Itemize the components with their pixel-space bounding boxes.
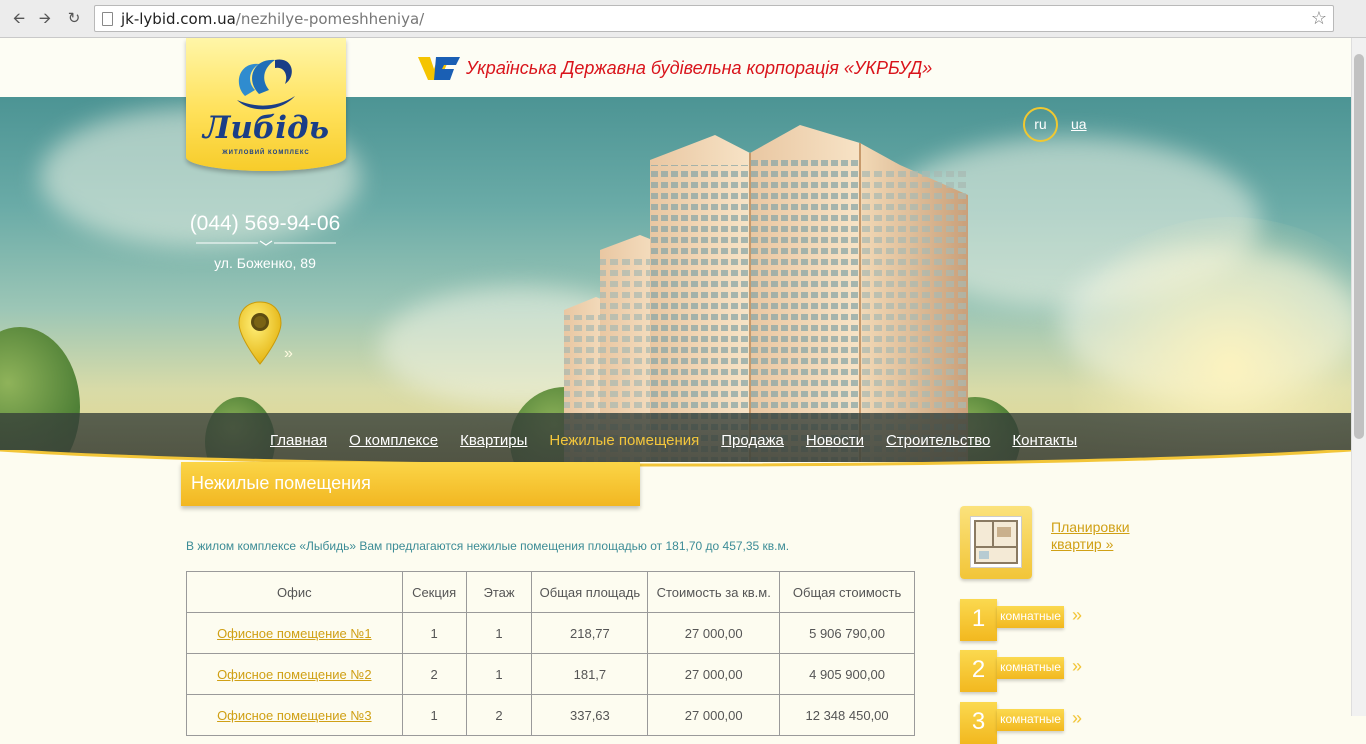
office-cell: Офисное помещение №2 <box>186 653 403 695</box>
room-label: комнатные <box>997 709 1064 731</box>
floor-cell: 1 <box>465 653 533 695</box>
column-header: Этаж <box>465 571 533 613</box>
office-link[interactable]: Офисное помещение №1 <box>217 626 372 641</box>
ukrbud-logo-icon <box>418 57 460 80</box>
table-row: Офисное помещение №3 1 2 337,63 27 000,0… <box>186 694 915 736</box>
total-price-cell: 12 348 450,00 <box>779 694 915 736</box>
floor-plan-thumbnail[interactable] <box>960 506 1032 579</box>
menu-item-apartments[interactable]: Квартиры <box>460 432 527 449</box>
office-cell: Офисное помещение №1 <box>186 612 403 654</box>
logo-subtitle: ЖИТЛОВИЙ КОМПЛЕКС <box>222 150 310 156</box>
phone-number[interactable]: (044) 569-94-06 <box>186 212 344 236</box>
page-title: Нежилые помещения <box>191 473 371 493</box>
forward-icon[interactable]: 🡪 <box>34 8 56 30</box>
column-header: Секция <box>401 571 467 613</box>
floor-cell: 1 <box>465 612 533 654</box>
language-ru[interactable]: ru <box>1023 107 1058 142</box>
menu-item-commercial[interactable]: Нежилые помещения <box>549 432 699 449</box>
section-cell: 1 <box>401 612 467 654</box>
floor-plan-icon <box>970 516 1022 568</box>
total-price-cell: 4 905 900,00 <box>779 653 915 695</box>
room-label: комнатные <box>997 606 1064 628</box>
room-count: 3 <box>960 702 997 744</box>
floor-plans-link-line2: квартир » <box>1051 536 1114 552</box>
price-per-sqm-cell: 27 000,00 <box>647 612 781 654</box>
url-text[interactable]: jk-lybid.com.ua/nezhilye-pomeshheniya/ <box>121 10 424 28</box>
logo-brand-text: Либідь <box>202 110 330 146</box>
area-cell: 218,77 <box>531 612 649 654</box>
room-count: 2 <box>960 650 997 692</box>
floor-cell: 2 <box>465 694 533 736</box>
menu-item-news[interactable]: Новости <box>806 432 864 449</box>
map-pin-icon[interactable] <box>237 300 283 366</box>
office-link[interactable]: Офисное помещение №2 <box>217 667 372 682</box>
area-cell: 181,7 <box>531 653 649 695</box>
menu-item-about[interactable]: О комплексе <box>349 432 438 449</box>
menu-item-contacts[interactable]: Контакты <box>1012 432 1077 449</box>
vertical-scrollbar[interactable] <box>1351 38 1366 716</box>
column-header: Стоимость за кв.м. <box>647 571 781 613</box>
section-cell: 1 <box>401 694 467 736</box>
column-header: Общая стоимость <box>779 571 915 613</box>
bookmark-star-icon[interactable]: ☆ <box>1311 8 1327 29</box>
corporation-text: Українська Державна будівельна корпораці… <box>466 58 933 78</box>
double-arrow-icon: » <box>1072 656 1083 676</box>
page-title-tab: Нежилые помещения <box>181 462 640 506</box>
double-arrow-icon: » <box>1072 605 1083 625</box>
corporation-banner[interactable]: Українська Державна будівельна корпораці… <box>416 55 932 82</box>
page-icon <box>102 12 113 26</box>
column-header: Офис <box>186 571 403 613</box>
office-cell: Офисное помещение №3 <box>186 694 403 736</box>
main-menu: Главная О комплексе Квартиры Нежилые пом… <box>270 432 1099 449</box>
double-arrow-icon: » <box>1072 708 1083 728</box>
back-icon[interactable]: 🡨 <box>8 8 30 30</box>
price-per-sqm-cell: 27 000,00 <box>647 653 781 695</box>
url-host: jk-lybid.com.ua <box>121 10 236 28</box>
floor-plans-link[interactable]: Планировки квартир » <box>1051 519 1130 553</box>
menu-item-home[interactable]: Главная <box>270 432 327 449</box>
intro-text: В жилом комплексе «Лыбидь» Вам предлагаю… <box>186 539 790 553</box>
table-row: Офисное помещение №2 2 1 181,7 27 000,00… <box>186 653 915 695</box>
pin-arrow-icon[interactable]: » <box>284 345 293 363</box>
site-logo[interactable]: Либідь ЖИТЛОВИЙ КОМПЛЕКС <box>186 38 346 171</box>
price-per-sqm-cell: 27 000,00 <box>647 694 781 736</box>
total-price-cell: 5 906 790,00 <box>779 612 915 654</box>
section-cell: 2 <box>401 653 467 695</box>
building-illustration <box>564 125 968 462</box>
office-link[interactable]: Офисное помещение №3 <box>217 708 372 723</box>
language-ua[interactable]: ua <box>1071 116 1087 132</box>
table-header-row: Офис Секция Этаж Общая площадь Стоимость… <box>186 571 915 613</box>
room-label: комнатные <box>997 657 1064 679</box>
swan-logo-icon <box>237 59 295 110</box>
offices-table: Офис Секция Этаж Общая площадь Стоимость… <box>186 571 915 736</box>
address-bar[interactable]: jk-lybid.com.ua/nezhilye-pomeshheniya/ ☆ <box>94 5 1334 32</box>
area-cell: 337,63 <box>531 694 649 736</box>
scrollbar-thumb[interactable] <box>1354 54 1364 439</box>
table-row: Офисное помещение №1 1 1 218,77 27 000,0… <box>186 612 915 654</box>
address-text: ул. Боженко, 89 <box>214 255 316 271</box>
browser-toolbar: 🡨 🡪 ↻ jk-lybid.com.ua/nezhilye-pomeshhen… <box>0 0 1366 38</box>
column-header: Общая площадь <box>531 571 649 613</box>
menu-item-construction[interactable]: Строительство <box>886 432 990 449</box>
menu-item-sales[interactable]: Продажа <box>721 432 784 449</box>
floor-plans-link-line1: Планировки <box>1051 519 1130 535</box>
room-count: 1 <box>960 599 997 641</box>
url-path: /nezhilye-pomeshheniya/ <box>235 10 425 28</box>
phone-divider <box>196 240 336 246</box>
reload-icon[interactable]: ↻ <box>63 8 85 30</box>
